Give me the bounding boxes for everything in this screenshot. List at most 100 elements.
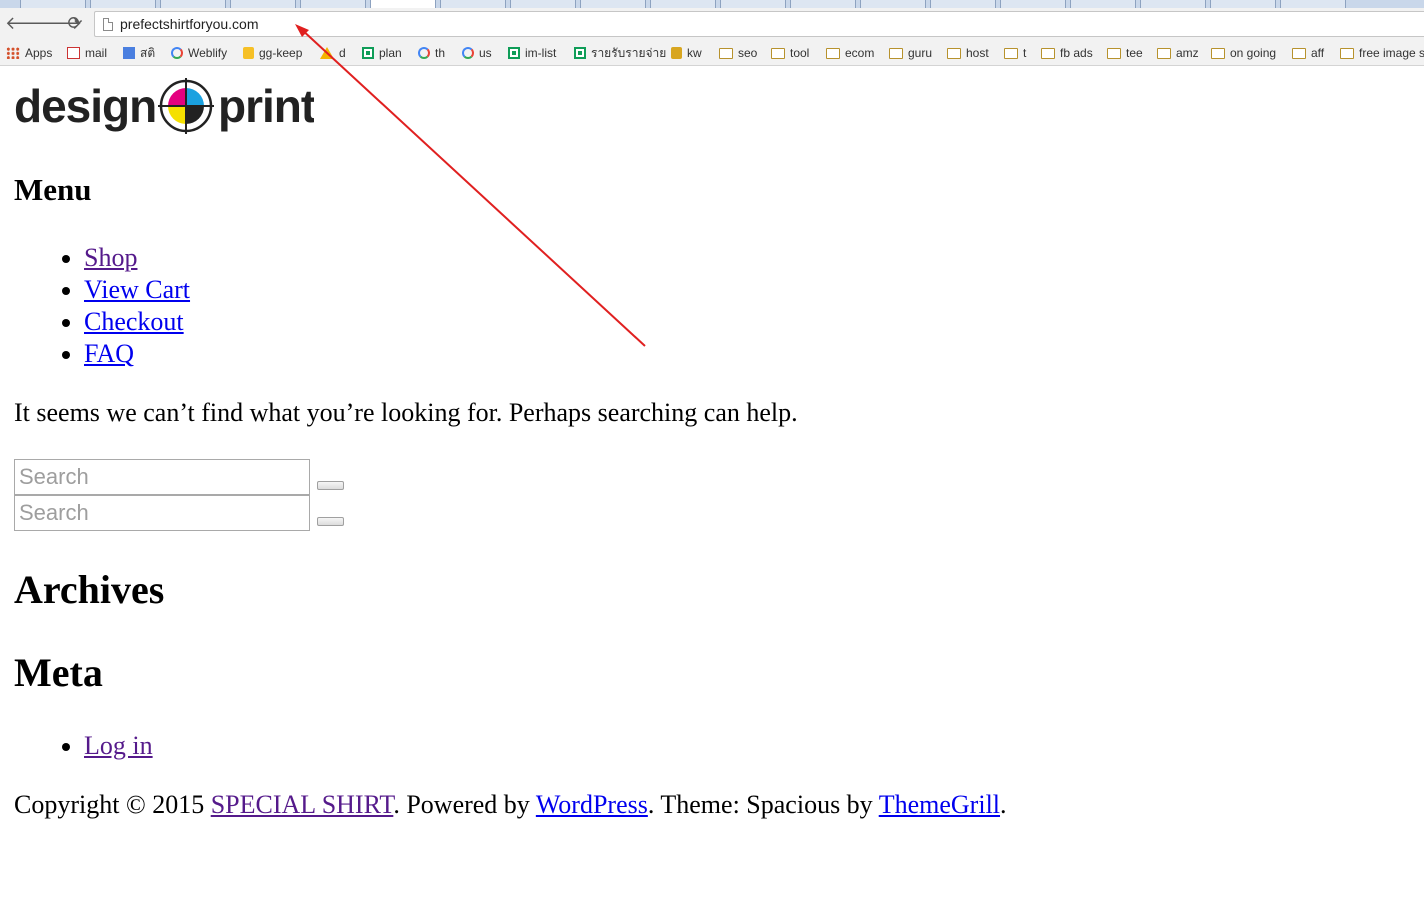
bookmark-label: im-list: [525, 46, 557, 60]
bookmark-2[interactable]: mail: [67, 44, 107, 62]
reload-button[interactable]: ⟳: [63, 13, 87, 35]
bookmark-6[interactable]: d: [320, 44, 346, 62]
browser-tab[interactable]: [790, 0, 856, 8]
browser-tab[interactable]: [1280, 0, 1346, 8]
page-icon: [103, 18, 113, 31]
folder-icon: [1004, 48, 1018, 59]
apps-icon: [6, 47, 20, 59]
browser-tab[interactable]: [160, 0, 226, 8]
search-submit-button-widget[interactable]: [317, 517, 344, 526]
bookmark-label: fb ads: [1060, 46, 1093, 60]
forward-button[interactable]: 🡒: [34, 13, 82, 35]
footer-site-link[interactable]: SPECIAL SHIRT: [211, 790, 394, 819]
menu-link-checkout[interactable]: Checkout: [84, 307, 184, 336]
google-icon: [418, 47, 430, 59]
footer-themegrill-link[interactable]: ThemeGrill: [879, 790, 1000, 819]
menu-title: Menu: [14, 172, 92, 207]
sheet-icon: [362, 47, 374, 59]
bookmark-8[interactable]: th: [418, 44, 445, 62]
browser-tab[interactable]: [930, 0, 996, 8]
footer-theme-text: . Theme: Spacious by: [647, 790, 879, 819]
bookmark-9[interactable]: us: [462, 44, 492, 62]
bookmark-19[interactable]: fb ads: [1041, 44, 1093, 62]
browser-toolbar: 🡐 🡒 ⟳ prefectshirtforyou.com: [0, 8, 1424, 40]
google-icon: [171, 47, 183, 59]
bookmark-label: tool: [790, 46, 810, 60]
menu-link-view-cart[interactable]: View Cart: [84, 275, 190, 304]
bookmark-label: on going: [1230, 46, 1277, 60]
bookmark-3[interactable]: สติ: [123, 44, 155, 62]
search-input-widget[interactable]: [14, 495, 310, 531]
bookmark-1[interactable]: Apps: [6, 44, 52, 62]
address-bar-url[interactable]: prefectshirtforyou.com: [120, 16, 259, 32]
gmail-icon: [67, 47, 80, 59]
bookmark-24[interactable]: free image s: [1340, 44, 1424, 62]
browser-tab[interactable]: [20, 0, 86, 8]
bookmark-7[interactable]: plan: [362, 44, 402, 62]
browser-tab-active[interactable]: [370, 0, 436, 8]
bookmark-11[interactable]: รายรับรายจ่าย: [574, 44, 666, 62]
browser-tab[interactable]: [720, 0, 786, 8]
back-button[interactable]: 🡐: [5, 13, 53, 35]
bookmark-label: d: [339, 46, 346, 60]
browser-tab[interactable]: [1000, 0, 1066, 8]
not-found-message: It seems we can’t find what you’re looki…: [14, 398, 798, 427]
bookmark-15[interactable]: ecom: [826, 44, 874, 62]
bookmark-label: us: [479, 46, 492, 60]
folder-icon: [1292, 48, 1306, 59]
footer-wordpress-link[interactable]: WordPress: [536, 790, 648, 819]
site-footer: Copyright © 2015 SPECIAL SHIRT. Powered …: [14, 790, 1007, 820]
meta-title: Meta: [14, 650, 103, 695]
bookmark-4[interactable]: Weblify: [171, 44, 227, 62]
menu-link-shop[interactable]: Shop: [84, 243, 137, 272]
bookmark-12[interactable]: kw: [671, 44, 702, 62]
menu-item: Checkout: [84, 306, 190, 338]
browser-tab[interactable]: [1210, 0, 1276, 8]
sheet-icon: [508, 47, 520, 59]
folder-icon: [1211, 48, 1225, 59]
bookmark-16[interactable]: guru: [889, 44, 932, 62]
bookmark-5[interactable]: gg-keep: [243, 44, 302, 62]
menu-item: Shop: [84, 242, 190, 274]
browser-tab[interactable]: [650, 0, 716, 8]
bookmark-label: guru: [908, 46, 933, 60]
menu-link-faq[interactable]: FAQ: [84, 339, 134, 368]
archives-title: Archives: [14, 567, 165, 612]
folder-icon: [719, 48, 733, 59]
browser-tab[interactable]: [1140, 0, 1206, 8]
bookmark-label: mail: [85, 46, 108, 60]
bookmark-14[interactable]: tool: [771, 44, 809, 62]
browser-tab[interactable]: [860, 0, 926, 8]
search-input[interactable]: [14, 459, 310, 495]
bookmark-label: plan: [379, 46, 402, 60]
bookmark-21[interactable]: amz: [1157, 44, 1199, 62]
search-submit-button[interactable]: [317, 481, 344, 490]
browser-tab[interactable]: [510, 0, 576, 8]
bookmark-10[interactable]: im-list: [508, 44, 556, 62]
login-link[interactable]: Log in: [84, 731, 153, 760]
folder-icon: [947, 48, 961, 59]
bookmark-label: amz: [1176, 46, 1199, 60]
browser-tab[interactable]: [1070, 0, 1136, 8]
bookmark-label: t: [1023, 46, 1027, 60]
browser-tab[interactable]: [230, 0, 296, 8]
bookmark-label: สติ: [140, 46, 156, 60]
keep-icon: [243, 47, 254, 59]
bookmark-23[interactable]: aff: [1292, 44, 1324, 62]
menu-item: View Cart: [84, 274, 190, 306]
bookmark-22[interactable]: on going: [1211, 44, 1276, 62]
browser-tab[interactable]: [580, 0, 646, 8]
bookmark-18[interactable]: t: [1004, 44, 1026, 62]
bookmark-17[interactable]: host: [947, 44, 989, 62]
footer-copyright: Copyright © 2015: [14, 790, 211, 819]
address-bar[interactable]: prefectshirtforyou.com: [94, 11, 1424, 37]
bookmark-20[interactable]: tee: [1107, 44, 1143, 62]
browser-tab[interactable]: [300, 0, 366, 8]
logo-target-icon: [158, 78, 214, 134]
browser-tab[interactable]: [90, 0, 156, 8]
browser-tab[interactable]: [440, 0, 506, 8]
folder-icon: [1157, 48, 1171, 59]
bookmark-label: host: [966, 46, 989, 60]
site-logo[interactable]: design print: [14, 78, 314, 134]
bookmark-13[interactable]: seo: [719, 44, 757, 62]
